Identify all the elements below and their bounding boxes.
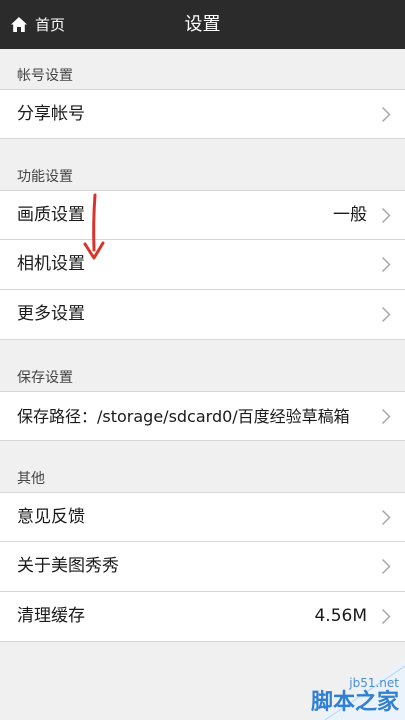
- settings-row-about[interactable]: 关于美图秀秀: [0, 542, 405, 592]
- row-label: 分享帐号: [17, 104, 85, 124]
- chevron-right-icon: [381, 256, 391, 273]
- back-to-home-button[interactable]: 首页: [10, 0, 65, 49]
- chevron-right-icon: [381, 106, 391, 123]
- top-bar: 首页 设置: [0, 0, 405, 49]
- section-header-function: 功能设置: [17, 169, 73, 185]
- settings-row-more[interactable]: 更多设置: [0, 290, 405, 340]
- row-label: 意见反馈: [17, 507, 85, 527]
- section-header-account: 帐号设置: [17, 68, 73, 84]
- section-header-other: 其他: [17, 471, 45, 487]
- watermark-site: jb51.net: [349, 676, 399, 690]
- row-value: 4.56M: [314, 606, 367, 626]
- watermark-name: 脚本之家: [310, 690, 399, 715]
- settings-row-clear-cache[interactable]: 清理缓存 4.56M: [0, 592, 405, 642]
- chevron-right-icon: [381, 509, 391, 526]
- settings-row-feedback[interactable]: 意见反馈: [0, 492, 405, 542]
- row-label: 相机设置: [17, 254, 85, 274]
- chevron-right-icon: [381, 306, 391, 323]
- row-label: 关于美图秀秀: [17, 556, 119, 576]
- row-label: 保存路径：/storage/sdcard0/百度经验草稿箱: [17, 407, 350, 426]
- settings-row-save-path[interactable]: 保存路径：/storage/sdcard0/百度经验草稿箱: [0, 391, 405, 441]
- chevron-right-icon: [381, 558, 391, 575]
- chevron-right-icon: [381, 408, 391, 425]
- row-label: 画质设置: [17, 205, 85, 225]
- row-label: 更多设置: [17, 304, 85, 324]
- settings-row-image-quality[interactable]: 画质设置 一般: [0, 190, 405, 240]
- back-label: 首页: [35, 16, 66, 34]
- settings-row-share-account[interactable]: 分享帐号: [0, 89, 405, 139]
- settings-row-camera[interactable]: 相机设置: [0, 240, 405, 290]
- row-label: 清理缓存: [17, 606, 85, 626]
- chevron-right-icon: [381, 608, 391, 625]
- watermark-corner-icon: [315, 660, 405, 720]
- watermark: jb51.net 脚本之家: [255, 660, 405, 720]
- section-header-save: 保存设置: [17, 370, 73, 386]
- row-value: 一般: [333, 205, 367, 225]
- home-icon: [11, 17, 27, 32]
- chevron-right-icon: [381, 207, 391, 224]
